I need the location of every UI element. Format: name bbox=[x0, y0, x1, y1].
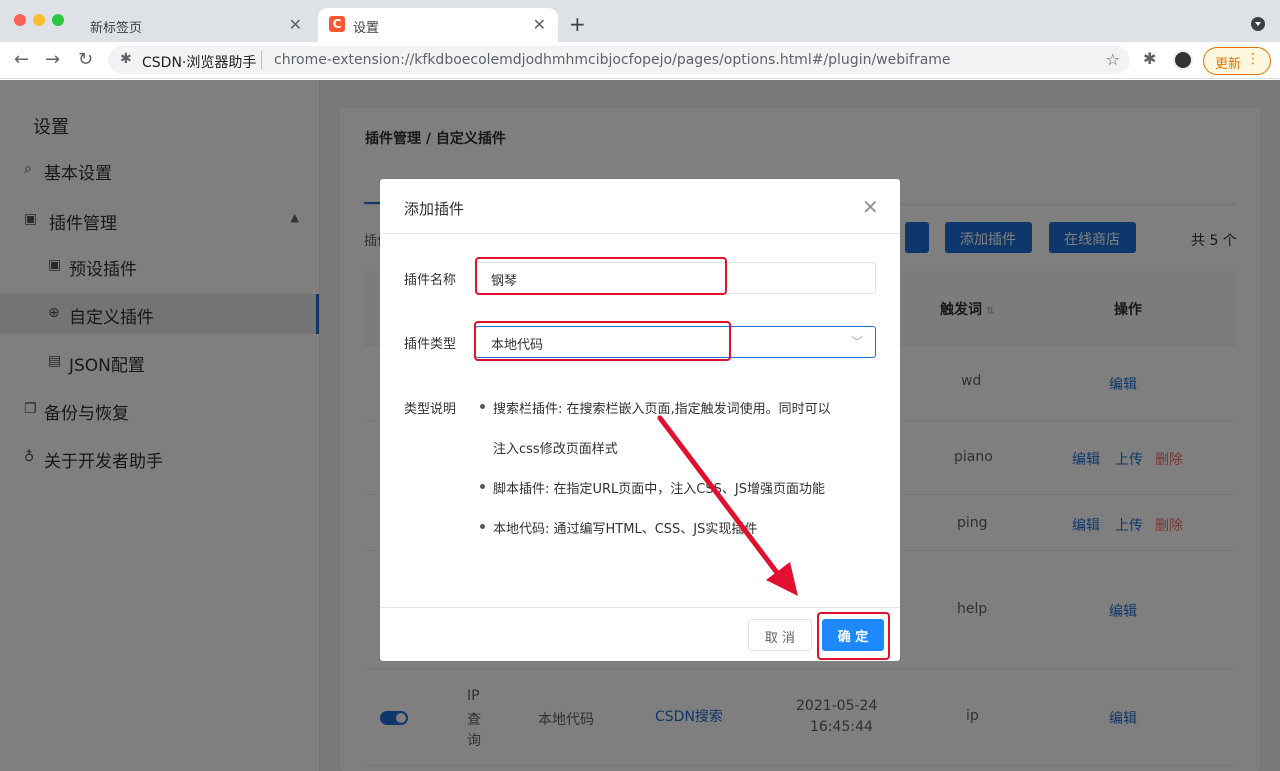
annotation-arrow bbox=[657, 415, 798, 596]
